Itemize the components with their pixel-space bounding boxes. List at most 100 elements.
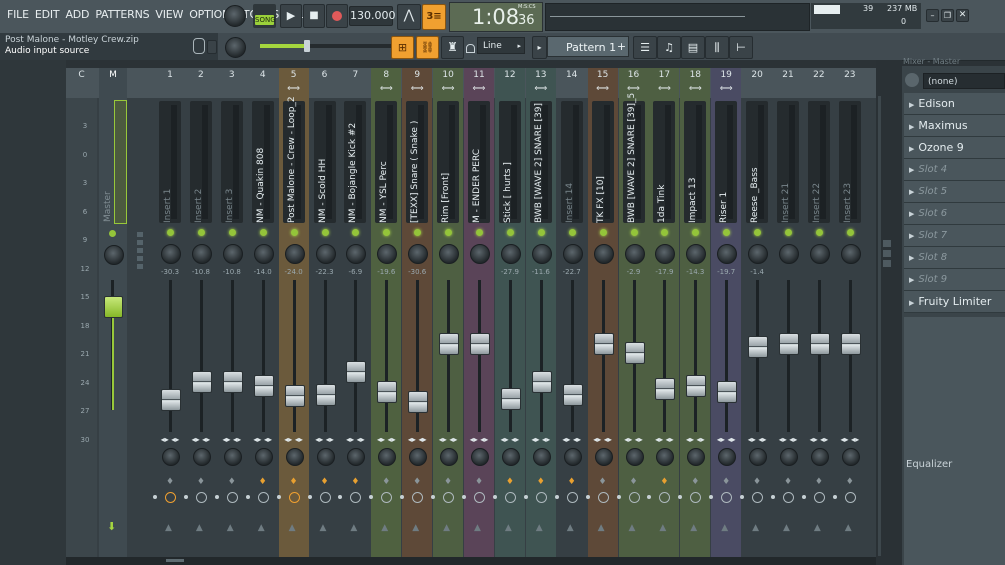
mixer-icon[interactable]: ⫼: [705, 36, 729, 59]
route-dot[interactable]: [400, 495, 405, 499]
latency-clock-icon[interactable]: [195, 492, 207, 503]
latency-clock-icon[interactable]: [659, 492, 671, 503]
pan-knob[interactable]: [593, 244, 614, 264]
time-display[interactable]: 1:08 36 M:S:CS: [449, 2, 543, 32]
slot-arrow-icon[interactable]: ▶: [909, 254, 914, 262]
slider-handle[interactable]: [304, 40, 310, 52]
swap-icon[interactable]: ♦: [629, 477, 639, 487]
stereo-separation-icon[interactable]: ◂▸ ◂▸: [588, 435, 618, 444]
fx-slot[interactable]: ▶ Slot 6: [904, 203, 1005, 225]
mute-led[interactable]: [723, 229, 731, 236]
latency-clock-icon[interactable]: [257, 492, 269, 503]
slot-arrow-icon[interactable]: ▶: [909, 188, 914, 196]
route-to-icon[interactable]: ▲: [196, 523, 203, 533]
mute-led[interactable]: [259, 229, 267, 236]
volume-fader[interactable]: [191, 371, 212, 393]
stereo-knob[interactable]: [409, 448, 428, 466]
route-dot[interactable]: [709, 495, 714, 499]
input-select[interactable]: (none): [923, 73, 1005, 89]
stamp-icon[interactable]: ♜: [441, 36, 464, 59]
mute-led[interactable]: [785, 229, 792, 236]
route-arrows-icon[interactable]: ⟺: [402, 84, 432, 94]
input-icon[interactable]: [905, 73, 919, 87]
mute-led[interactable]: [167, 229, 174, 236]
pan-knob[interactable]: [840, 244, 861, 264]
slot-arrow-icon[interactable]: ▶: [909, 232, 914, 240]
swap-icon[interactable]: ♦: [412, 477, 422, 487]
route-to-icon[interactable]: ▲: [721, 523, 728, 533]
pan-knob[interactable]: [191, 244, 212, 264]
mixer-strip[interactable]: 14 Insert 14 -22.7 ◂▸ ◂▸ ♦ ▲: [554, 68, 587, 557]
strip-name[interactable]: Impact 13: [688, 178, 698, 223]
fx-slot[interactable]: ▶ Slot 5: [904, 181, 1005, 203]
pan-knob[interactable]: [470, 244, 490, 264]
menu-item[interactable]: EDIT: [32, 8, 63, 21]
mute-led[interactable]: [661, 229, 669, 236]
latency-clock-icon[interactable]: [474, 492, 485, 503]
pan-knob[interactable]: [377, 244, 398, 264]
menu-item[interactable]: FILE: [4, 8, 32, 21]
strip-name[interactable]: NM - Bojangle Kick #2: [348, 123, 358, 223]
pan-knob[interactable]: [222, 244, 243, 264]
mute-led[interactable]: [754, 229, 762, 236]
fx-slot[interactable]: ▶ Ozone 9: [904, 137, 1005, 159]
route-arrows-icon[interactable]: ⟺: [464, 84, 494, 94]
stereo-knob[interactable]: [316, 448, 335, 466]
restore-button[interactable]: ❐: [941, 9, 954, 22]
menu-item[interactable]: PATTERNS: [92, 8, 152, 21]
route-to-icon[interactable]: ▲: [845, 523, 852, 533]
latency-clock-icon[interactable]: [504, 492, 516, 503]
route-to-icon[interactable]: ▲: [350, 523, 357, 533]
latency-clock-icon[interactable]: [165, 492, 176, 503]
latency-clock-icon[interactable]: [288, 492, 300, 503]
mixer-strip[interactable]: 23 Insert 23 ◂▸ ◂▸ ♦ ▲: [832, 68, 865, 557]
route-to-icon[interactable]: ▲: [381, 523, 388, 533]
swap-icon[interactable]: ♦: [505, 477, 515, 487]
mute-led[interactable]: [846, 229, 854, 236]
latency-clock-icon[interactable]: [597, 492, 609, 503]
route-to-icon[interactable]: ▲: [629, 523, 636, 533]
mixer-strip[interactable]: 10 ⟺ Rim [Front] ◂▸ ◂▸ ♦ ▲: [431, 68, 464, 557]
stereo-separation-icon[interactable]: ◂▸ ◂▸: [340, 435, 370, 444]
swap-icon[interactable]: ♦: [443, 477, 453, 487]
mixer-strip[interactable]: 2 Insert 2 -10.8 ◂▸ ◂▸ ♦ ▲: [183, 68, 216, 557]
strip-name[interactable]: Rim [Front]: [441, 173, 451, 223]
mute-led[interactable]: [506, 229, 514, 236]
pan-knob[interactable]: [161, 244, 181, 264]
stereo-separation-icon[interactable]: ◂▸ ◂▸: [773, 435, 803, 444]
volume-fader[interactable]: [840, 333, 861, 356]
strip-name[interactable]: Insert 23: [843, 183, 853, 223]
route-arrows-icon[interactable]: ⟺: [680, 84, 710, 94]
latency-clock-icon[interactable]: [350, 492, 362, 503]
menu-item[interactable]: VIEW: [152, 8, 186, 21]
stereo-knob[interactable]: [656, 448, 675, 466]
menu-item[interactable]: ADD: [62, 8, 92, 21]
minimize-button[interactable]: –: [926, 9, 939, 22]
route-dot[interactable]: [771, 495, 775, 499]
swap-icon[interactable]: ♦: [536, 477, 546, 487]
stereo-knob[interactable]: [687, 448, 706, 466]
stereo-separation-icon[interactable]: ◂▸ ◂▸: [495, 435, 525, 444]
mute-led[interactable]: [321, 229, 329, 236]
route-dot[interactable]: [801, 495, 806, 499]
strip-name[interactable]: Insert 14: [565, 183, 575, 223]
route-to-icon[interactable]: ▲: [443, 523, 450, 533]
swap-icon[interactable]: ♦: [320, 477, 330, 487]
mixer-strip[interactable]: 12 Stick [ hurts ] -27.9 ◂▸ ◂▸ ♦ ▲: [492, 68, 525, 557]
mute-led[interactable]: [352, 229, 360, 236]
strip-name[interactable]: Stick [ hurts ]: [503, 162, 513, 223]
route-to-icon[interactable]: ▲: [598, 523, 605, 533]
swap-icon[interactable]: ♦: [567, 477, 577, 487]
route-to-icon[interactable]: ▲: [258, 523, 265, 533]
latency-clock-icon[interactable]: [813, 492, 825, 503]
route-dot[interactable]: [647, 495, 652, 499]
volume-fader[interactable]: [315, 383, 336, 406]
mute-led[interactable]: [228, 229, 236, 236]
swap-icon[interactable]: ♦: [783, 477, 793, 487]
route-dot[interactable]: [214, 495, 219, 499]
stereo-knob[interactable]: [285, 448, 304, 466]
mixer-strip[interactable]: 1 Insert 1 -30.3 ◂▸ ◂▸ ♦ ▲: [153, 68, 185, 557]
strip-name[interactable]: BWB [WAVE 2] SNARE [39]_5: [627, 93, 637, 223]
route-to-icon[interactable]: ▲: [659, 523, 666, 533]
latency-clock-icon[interactable]: [721, 492, 733, 503]
